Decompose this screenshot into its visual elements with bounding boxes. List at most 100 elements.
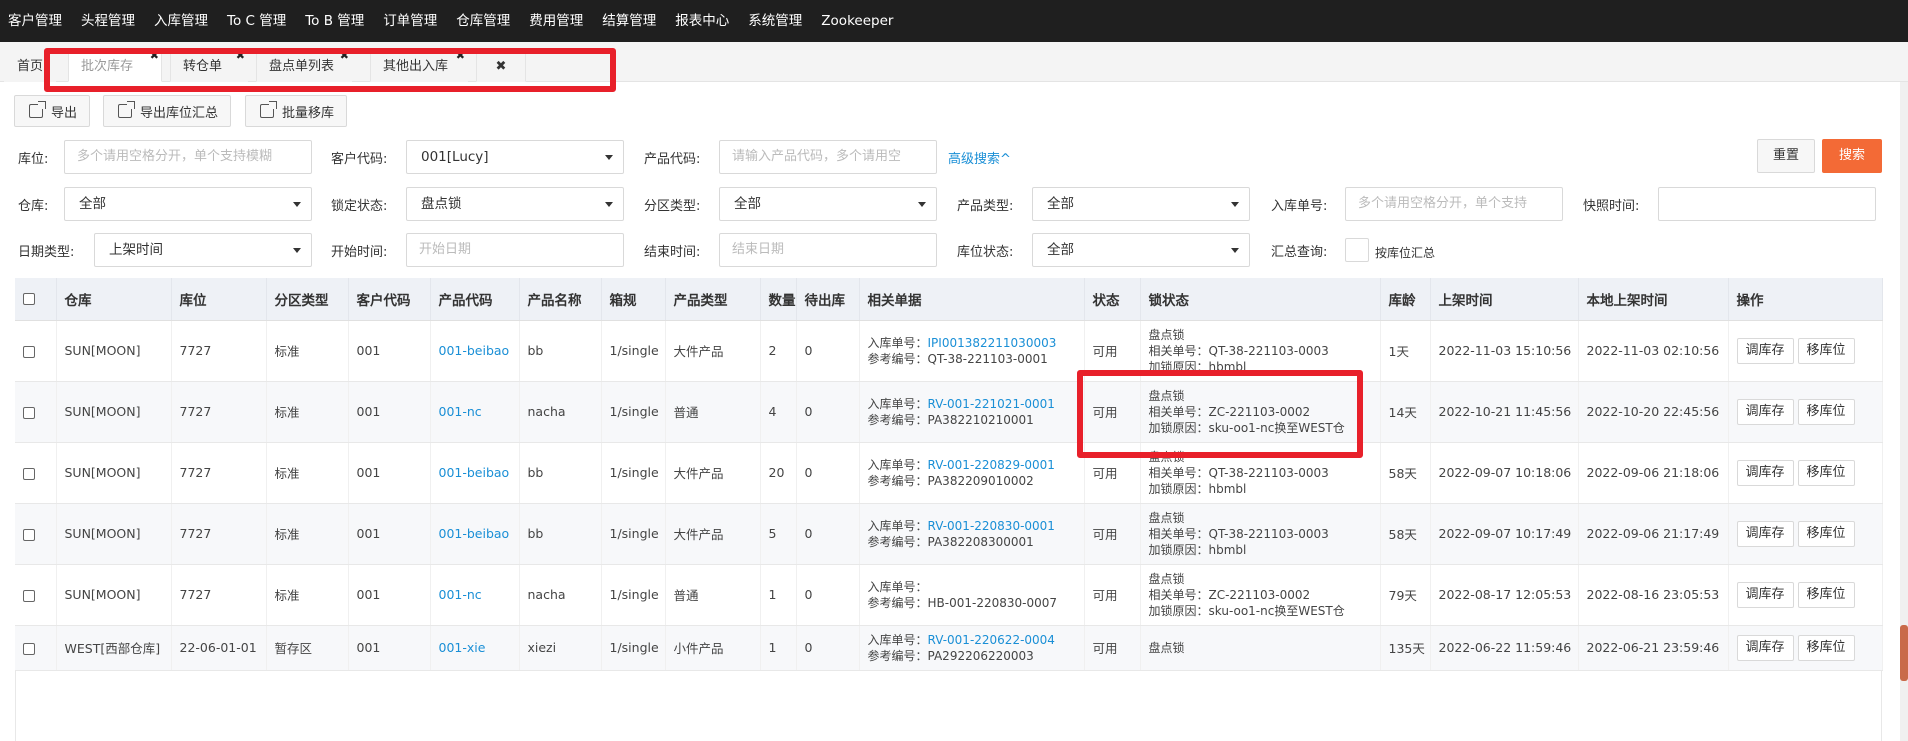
adjust-stock-button[interactable]: 调库存 — [1736, 581, 1794, 608]
row-select-cell[interactable] — [15, 442, 57, 504]
nav-inbound[interactable]: 入库管理 — [145, 0, 218, 42]
nav-warehouse[interactable]: 仓库管理 — [447, 0, 520, 42]
col-customer: 客户代码 — [348, 278, 431, 321]
adjust-stock-button[interactable]: 调库存 — [1736, 459, 1794, 486]
cell-docs: 入库单号：RV-001-220829-0001 参考编号：PA3822090100… — [859, 442, 1085, 504]
move-location-button[interactable]: 移库位 — [1797, 398, 1855, 425]
search-button[interactable]: 搜索 — [1822, 139, 1882, 173]
tab-batch-inventory[interactable]: 批次库存 ✖ — [68, 49, 162, 82]
scrollbar-thumb[interactable] — [1900, 625, 1908, 681]
product-code-link[interactable]: 001-beibao — [439, 343, 510, 358]
tab-home[interactable]: 首页 — [4, 51, 57, 82]
doc-inbound-link[interactable]: RV-001-221021-0001 — [928, 397, 1055, 411]
cell-lock: 盘点锁 — [1140, 625, 1381, 671]
advanced-search-link[interactable]: 高级搜索^ — [948, 148, 1011, 167]
cell-product-code[interactable]: 001-beibao — [430, 503, 520, 565]
nav-customer[interactable]: 客户管理 — [0, 0, 72, 42]
row-select-cell[interactable] — [15, 564, 57, 626]
close-icon[interactable]: ✖ — [236, 49, 245, 63]
lock-type: 盘点锁 — [1148, 571, 1185, 586]
cell-product-code[interactable]: 001-beibao — [430, 442, 520, 504]
nav-tob[interactable]: To B 管理 — [296, 0, 374, 42]
lock-status-value: 盘点锁 — [421, 196, 462, 212]
doc-inbound-link[interactable]: RV-001-220830-0001 — [928, 519, 1055, 533]
product-code-link[interactable]: 001-nc — [439, 404, 482, 419]
row-select-cell[interactable] — [15, 381, 57, 443]
reset-button[interactable]: 重置 — [1757, 139, 1815, 173]
cell-product-code[interactable]: 001-xie — [430, 625, 520, 671]
summary-checkbox[interactable] — [1345, 238, 1369, 262]
table-row: SUN[MOON] 7727 标准 001 001-beibao bb 1/single 大件… — [15, 320, 1883, 382]
adjust-stock-button[interactable]: 调库存 — [1736, 634, 1794, 661]
start-date-input[interactable]: 开始日期 — [406, 233, 624, 267]
nav-system[interactable]: 系统管理 — [739, 0, 812, 42]
adjust-stock-button[interactable]: 调库存 — [1736, 520, 1794, 547]
tab-other-io[interactable]: 其他出入库 ✖ — [370, 49, 468, 82]
select-all-checkbox[interactable] — [23, 292, 35, 305]
tab-stocktake-list[interactable]: 盘点单列表 ✖ — [256, 49, 352, 82]
lock-status-select[interactable]: 盘点锁 — [406, 187, 624, 221]
move-location-button[interactable]: 移库位 — [1797, 337, 1855, 364]
tab-transfer-order[interactable]: 转仓单 ✖ — [170, 49, 248, 82]
snapshot-input[interactable] — [1658, 187, 1876, 221]
cell-qty: 1 — [760, 564, 797, 626]
tab-label: 其他出入库 — [383, 59, 449, 74]
product-code-link[interactable]: 001-nc — [439, 587, 482, 602]
nav-orders[interactable]: 订单管理 — [374, 0, 447, 42]
row-checkbox[interactable] — [23, 406, 35, 419]
cell-zone: 标准 — [266, 503, 349, 565]
nav-zookeeper[interactable]: Zookeeper — [812, 0, 903, 42]
cell-product-type: 大件产品 — [665, 442, 761, 504]
adjust-stock-button[interactable]: 调库存 — [1736, 398, 1794, 425]
move-location-button[interactable]: 移库位 — [1797, 520, 1855, 547]
move-location-button[interactable]: 移库位 — [1797, 459, 1855, 486]
nav-settlement[interactable]: 结算管理 — [593, 0, 666, 42]
doc-inbound-link[interactable]: IPI001382211030003 — [928, 336, 1057, 350]
row-checkbox[interactable] — [23, 345, 35, 358]
row-checkbox[interactable] — [23, 528, 35, 541]
col-product-name: 产品名称 — [519, 278, 602, 321]
location-input[interactable]: 多个请用空格分开，单个支持模糊 — [64, 140, 312, 174]
cell-product-code[interactable]: 001-nc — [430, 564, 520, 626]
move-location-button[interactable]: 移库位 — [1797, 634, 1855, 661]
warehouse-select[interactable]: 全部 — [64, 187, 312, 221]
product-code-link[interactable]: 001-xie — [439, 640, 486, 655]
adjust-stock-button[interactable]: 调库存 — [1736, 337, 1794, 364]
row-select-cell[interactable] — [15, 503, 57, 565]
product-code-input[interactable]: 请输入产品代码，多个请用空 — [719, 140, 937, 174]
cell-product-code[interactable]: 001-nc — [430, 381, 520, 443]
row-checkbox[interactable] — [23, 589, 35, 602]
loc-status-select[interactable]: 全部 — [1032, 233, 1250, 267]
batch-move-button[interactable]: 批量移库 — [245, 95, 348, 127]
cell-age: 58天 — [1380, 503, 1431, 565]
inbound-no-input[interactable]: 多个请用空格分开，单个支持 — [1345, 187, 1563, 221]
end-date-input[interactable]: 结束日期 — [719, 233, 937, 267]
export-button[interactable]: 导出 — [14, 95, 91, 127]
select-all-cell[interactable] — [15, 278, 57, 321]
doc-inbound-link[interactable]: RV-001-220622-0004 — [928, 633, 1055, 647]
row-select-cell[interactable] — [15, 625, 57, 671]
close-all-tabs[interactable]: ✖ — [476, 51, 526, 82]
nav-reports[interactable]: 报表中心 — [666, 0, 739, 42]
close-icon[interactable]: ✖ — [456, 49, 465, 63]
customer-select[interactable]: 001[Lucy] — [406, 140, 624, 174]
product-code-link[interactable]: 001-beibao — [439, 465, 510, 480]
nav-first-leg[interactable]: 头程管理 — [72, 0, 145, 42]
cell-product-code[interactable]: 001-beibao — [430, 320, 520, 382]
cell-product-type: 普通 — [665, 564, 761, 626]
close-icon[interactable]: ✖ — [150, 49, 159, 63]
product-code-link[interactable]: 001-beibao — [439, 526, 510, 541]
move-location-button[interactable]: 移库位 — [1797, 581, 1855, 608]
product-type-select[interactable]: 全部 — [1032, 187, 1250, 221]
zone-type-select[interactable]: 全部 — [719, 187, 937, 221]
col-warehouse: 仓库 — [56, 278, 172, 321]
row-checkbox[interactable] — [23, 467, 35, 480]
row-checkbox[interactable] — [23, 642, 35, 655]
export-summary-button[interactable]: 导出库位汇总 — [103, 95, 232, 127]
date-type-select[interactable]: 上架时间 — [94, 233, 312, 267]
doc-inbound-link[interactable]: RV-001-220829-0001 — [928, 458, 1055, 472]
close-icon[interactable]: ✖ — [340, 49, 349, 63]
nav-toc[interactable]: To C 管理 — [218, 0, 296, 42]
nav-fees[interactable]: 费用管理 — [520, 0, 593, 42]
row-select-cell[interactable] — [15, 320, 57, 382]
